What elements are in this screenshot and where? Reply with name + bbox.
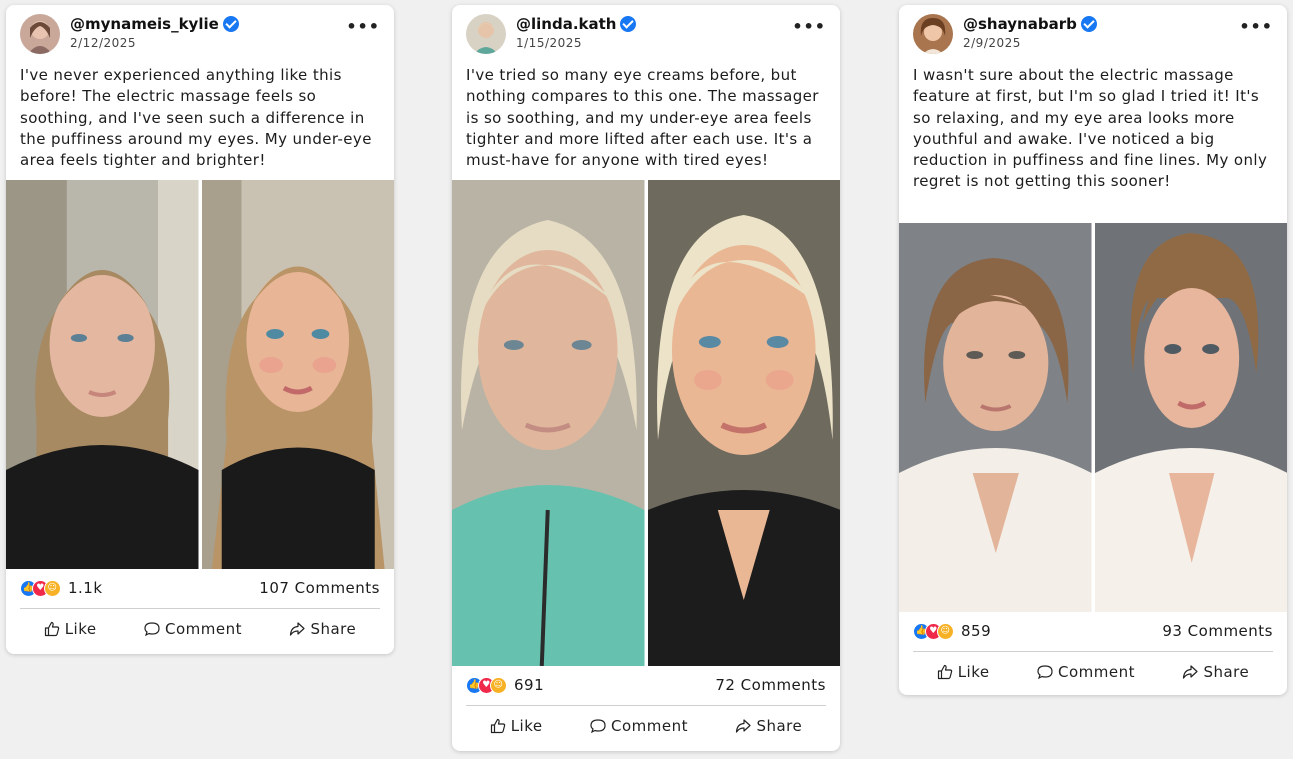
after-photo xyxy=(201,180,394,569)
reactions-summary[interactable]: 👍 ♥ ☺ 859 xyxy=(913,622,991,640)
thumbs-up-icon xyxy=(937,664,952,680)
comments-count[interactable]: 93 Comments xyxy=(1162,622,1273,640)
post-author-handle[interactable]: @shaynabarb xyxy=(963,15,1077,33)
post-actions: Like Comment Share xyxy=(466,708,826,744)
post-date: 2/12/2025 xyxy=(70,36,137,50)
care-reaction-icon: ☺ xyxy=(490,676,507,694)
comments-count[interactable]: 72 Comments xyxy=(715,676,826,694)
divider xyxy=(20,608,380,609)
more-options-icon[interactable]: ••• xyxy=(346,17,380,36)
reaction-count: 1.1k xyxy=(68,579,103,597)
comments-count[interactable]: 107 Comments xyxy=(259,579,380,597)
post-photo[interactable] xyxy=(6,180,394,569)
post-text: I've tried so many eye creams before, bu… xyxy=(466,66,819,170)
comment-bubble-icon xyxy=(1037,665,1053,680)
more-options-icon[interactable]: ••• xyxy=(1239,17,1273,36)
share-button[interactable]: Share xyxy=(289,620,356,638)
post-card: @mynameis_kylie 2/12/2025 ••• I've never… xyxy=(6,5,394,654)
reactions-summary[interactable]: 👍 ♥ ☺ 1.1k xyxy=(20,579,103,597)
post-author-handle[interactable]: @linda.kath xyxy=(516,15,616,33)
comment-button[interactable]: Comment xyxy=(1037,663,1135,681)
reaction-count: 859 xyxy=(961,622,992,640)
share-arrow-icon xyxy=(290,622,306,636)
more-options-icon[interactable]: ••• xyxy=(792,17,826,36)
share-arrow-icon xyxy=(736,719,752,733)
post-photo[interactable] xyxy=(452,180,840,666)
divider xyxy=(466,705,826,706)
reactions-summary[interactable]: 👍 ♥ ☺ 691 xyxy=(466,676,544,694)
comment-bubble-icon xyxy=(590,719,606,734)
comment-bubble-icon xyxy=(144,622,160,637)
post-card: @shaynabarb 2/9/2025 ••• I wasn't sure a… xyxy=(899,5,1287,695)
after-photo xyxy=(647,180,840,666)
like-button[interactable]: Like xyxy=(937,663,990,681)
post-stats: 👍 ♥ ☺ 1.1k 107 Comments xyxy=(20,574,380,602)
post-date: 2/9/2025 xyxy=(963,36,1021,50)
verified-badge-icon xyxy=(222,16,239,32)
avatar[interactable] xyxy=(913,14,953,54)
post-header: @mynameis_kylie 2/12/2025 ••• xyxy=(6,5,394,63)
post-header: @linda.kath 1/15/2025 ••• xyxy=(452,5,840,63)
avatar[interactable] xyxy=(20,14,60,54)
avatar[interactable] xyxy=(466,14,506,54)
like-button[interactable]: Like xyxy=(490,717,543,735)
thumbs-up-icon xyxy=(490,718,505,734)
share-button[interactable]: Share xyxy=(735,717,802,735)
post-actions: Like Comment Share xyxy=(20,611,380,647)
care-reaction-icon: ☺ xyxy=(44,579,61,597)
reaction-count: 691 xyxy=(514,676,545,694)
post-text: I've never experienced anything like thi… xyxy=(20,66,372,170)
share-button[interactable]: Share xyxy=(1182,663,1249,681)
thumbs-up-icon xyxy=(44,621,59,637)
comment-button[interactable]: Comment xyxy=(590,717,688,735)
post-actions: Like Comment Share xyxy=(913,654,1273,690)
post-photo[interactable] xyxy=(899,223,1287,612)
before-photo xyxy=(452,180,645,666)
post-date: 1/15/2025 xyxy=(516,36,583,50)
like-button[interactable]: Like xyxy=(44,620,97,638)
comment-button[interactable]: Comment xyxy=(144,620,242,638)
divider xyxy=(913,651,1273,652)
post-card: @linda.kath 1/15/2025 ••• I've tried so … xyxy=(452,5,840,751)
share-arrow-icon xyxy=(1183,665,1199,679)
care-reaction-icon: ☺ xyxy=(937,622,954,640)
post-text: I wasn't sure about the electric massage… xyxy=(913,66,1268,191)
post-stats: 👍 ♥ ☺ 859 93 Comments xyxy=(913,617,1273,645)
verified-badge-icon xyxy=(620,16,637,32)
after-photo xyxy=(1094,223,1287,612)
before-photo xyxy=(6,180,199,569)
post-stats: 👍 ♥ ☺ 691 72 Comments xyxy=(466,671,826,699)
post-header: @shaynabarb 2/9/2025 ••• xyxy=(899,5,1287,63)
before-photo xyxy=(899,223,1092,612)
verified-badge-icon xyxy=(1080,16,1097,32)
post-author-handle[interactable]: @mynameis_kylie xyxy=(70,15,219,33)
